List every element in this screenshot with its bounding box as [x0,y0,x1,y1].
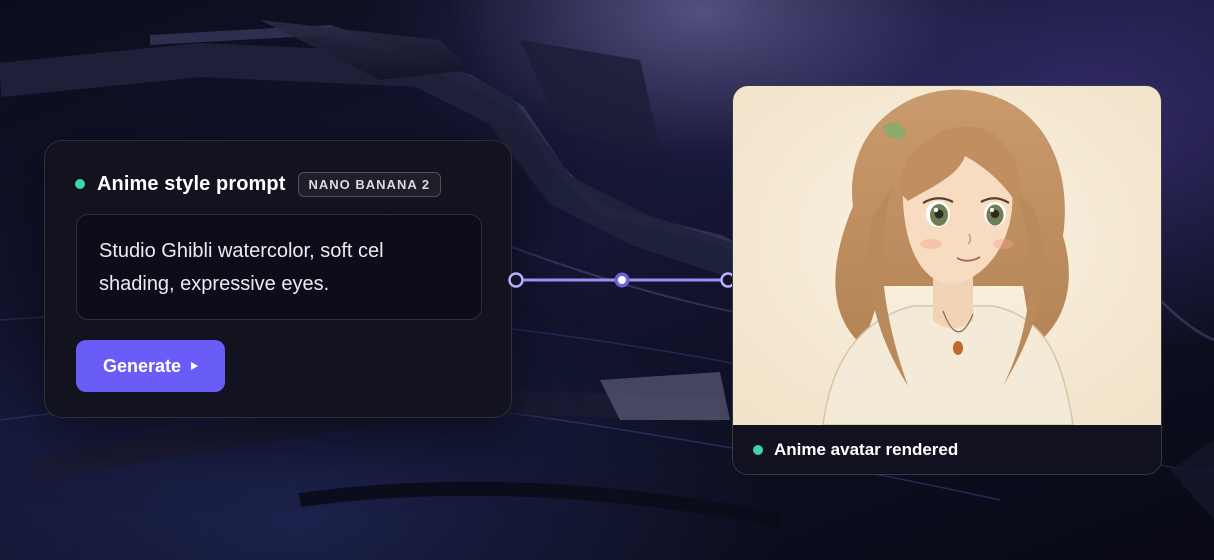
generate-label: Generate [102,355,182,376]
anime-avatar-image[interactable] [733,86,1161,425]
play-triangle-icon [191,362,199,370]
card-title: Anime style prompt [97,172,286,195]
output-card: Anime avatar rendered [732,85,1162,475]
hero-scene: Anime style prompt NANO BANANA 2 Studio … [0,0,1214,560]
prompt-card: Anime style prompt NANO BANANA 2 Studio … [44,140,512,418]
prompt-card-header: Anime style prompt NANO BANANA 2 [75,169,442,199]
status-dot-icon [75,179,85,189]
generate-button[interactable]: Generate [76,340,225,392]
connector-start-node-icon [508,272,524,288]
pipeline-connector [508,272,736,288]
output-status-bar: Anime avatar rendered [733,425,1161,474]
output-status-text: Anime avatar rendered [774,439,959,459]
prompt-input[interactable]: Studio Ghibli watercolor, soft cel shadi… [76,214,482,320]
model-badge: NANO BANANA 2 [297,171,442,197]
status-dot-icon [753,444,763,455]
